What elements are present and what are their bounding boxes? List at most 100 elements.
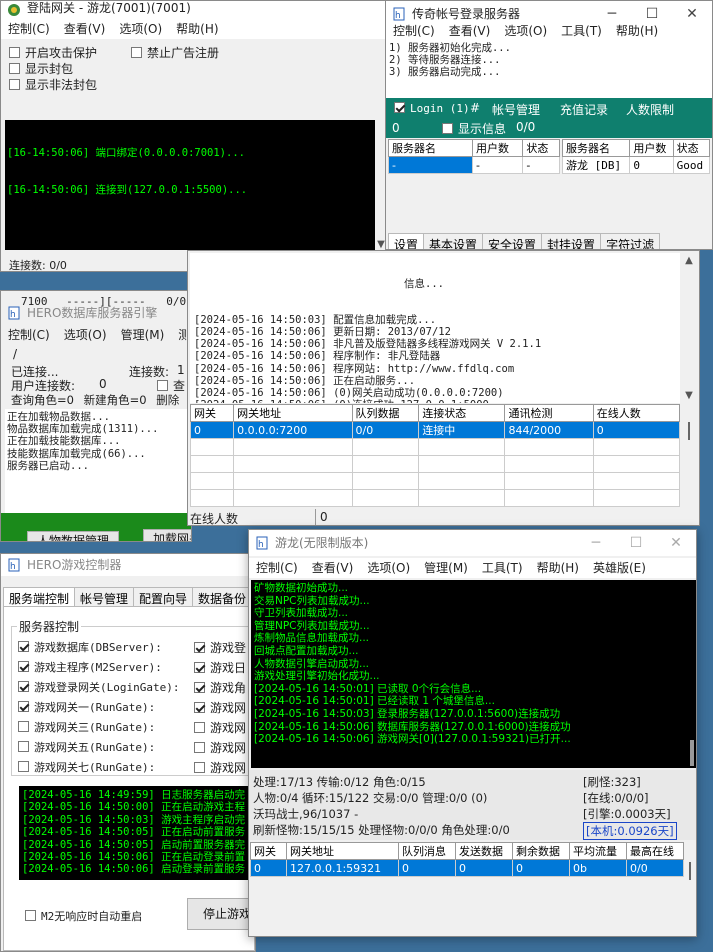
checkbox-box xyxy=(194,742,205,753)
col-status[interactable]: 状态 xyxy=(672,139,711,157)
log-line: [16-14:50:06] 端口绑定(0.0.0.0:7001)... xyxy=(7,146,245,159)
service-checkbox[interactable]: 游戏网关七(RunGate): xyxy=(18,759,155,775)
checkbox-box xyxy=(394,102,405,113)
service-checkbox[interactable]: 游戏主程序(M2Server): xyxy=(18,659,162,675)
col-users[interactable]: 用户数 xyxy=(471,139,524,157)
show-packets-checkbox[interactable]: 显示封包 xyxy=(9,60,73,77)
controller-titlebar[interactable]: h HERO游戏控制器 xyxy=(1,554,255,576)
col-server[interactable]: 服务器名 xyxy=(561,139,631,157)
col-queue[interactable]: 队列消息 xyxy=(398,842,456,860)
tab-anticheat[interactable]: 封挂设置 xyxy=(541,233,602,249)
attack-protect-checkbox[interactable]: 开启攻击保护 xyxy=(9,44,97,61)
connection-count-status: 连接数: 0/0 xyxy=(9,259,67,272)
service-checkbox[interactable]: 游戏日 xyxy=(194,659,246,676)
col-queue[interactable]: 队列数据 xyxy=(351,404,420,422)
m2-titlebar[interactable]: h 游龙(无限制版本) ─ ☐ ✕ xyxy=(249,530,696,556)
menu-tools[interactable]: 工具(T) xyxy=(554,21,609,41)
menu-help[interactable]: 帮助(H) xyxy=(609,21,665,41)
col-gate[interactable]: 网关 xyxy=(250,842,287,860)
maximize-icon[interactable]: ☐ xyxy=(616,530,656,556)
controller-log: [2024-05-16 14:49:59] 日志服务器启动完 [2024-05-… xyxy=(19,786,251,880)
m2-title: 游龙(无限制版本) xyxy=(275,536,369,550)
service-checkbox[interactable]: 游戏角 xyxy=(194,679,246,696)
menu-view[interactable]: 查看(V) xyxy=(305,558,361,578)
game-gate-log: 信息... [2024-05-16 14:50:03] 配置信息加载完成... … xyxy=(190,253,680,403)
table-row[interactable]: 游龙 [DB] 0 Good xyxy=(561,156,711,174)
col-users[interactable]: 用户数 xyxy=(629,139,674,157)
checkbox-box xyxy=(9,47,20,58)
menu-hero[interactable]: 英雄版(E) xyxy=(586,558,653,578)
tab-limit[interactable]: 人数限制 xyxy=(626,101,674,118)
menu-view[interactable]: 查看(V) xyxy=(57,19,113,39)
menu-control[interactable]: 控制(C) xyxy=(249,558,305,578)
menu-help[interactable]: 帮助(H) xyxy=(530,558,586,578)
login-checkbox[interactable]: Login (1) xyxy=(394,101,470,115)
col-address[interactable]: 网关地址 xyxy=(233,404,353,422)
table-row[interactable]: --- xyxy=(388,156,560,174)
close-icon[interactable]: ✕ xyxy=(656,530,696,556)
service-checkbox[interactable]: 游戏网 xyxy=(194,739,246,756)
col-send[interactable]: 发送数据 xyxy=(455,842,513,860)
log-scrollbar[interactable] xyxy=(687,580,696,768)
service-checkbox[interactable]: 游戏数据库(DBServer): xyxy=(18,639,162,655)
table-scrollbar[interactable] xyxy=(682,404,696,508)
service-checkbox[interactable]: 游戏网 xyxy=(194,699,246,716)
menu-options[interactable]: 选项(O) xyxy=(112,19,169,39)
menu-control[interactable]: 控制(C) xyxy=(1,325,57,345)
col-status[interactable]: 状态 xyxy=(522,139,560,157)
tab-recharge[interactable]: 充值记录 xyxy=(560,101,608,118)
block-ad-register-checkbox[interactable]: 禁止广告注册 xyxy=(131,44,219,61)
stop-game-button[interactable]: 停止游戏 xyxy=(187,898,255,930)
menu-options[interactable]: 选项(O) xyxy=(57,325,114,345)
col-gate[interactable]: 网关 xyxy=(189,404,235,422)
col-check[interactable]: 通讯检测 xyxy=(504,404,594,422)
service-checkbox[interactable]: 游戏网 xyxy=(194,759,246,776)
menu-manage[interactable]: 管理(M) xyxy=(114,325,172,345)
minimize-icon[interactable]: ─ xyxy=(576,530,616,556)
menu-manage[interactable]: 管理(M) xyxy=(417,558,475,578)
log-scrollbar[interactable]: ▲ ▼ xyxy=(682,253,696,403)
load-gate-config-button[interactable]: 加载网关配置 xyxy=(143,529,191,541)
tab-settings[interactable]: 设置 xyxy=(388,233,425,249)
login-gate-titlebar[interactable]: 登陆网关 - 游龙(7001)(7001) xyxy=(1,1,389,19)
col-address[interactable]: 网关地址 xyxy=(286,842,399,860)
service-checkbox[interactable]: 游戏网关三(RunGate): xyxy=(18,719,155,735)
login-gate-log: [16-14:50:06] 端口绑定(0.0.0.0:7001)... [16-… xyxy=(5,120,375,250)
table-scrollbar[interactable] xyxy=(685,842,696,936)
service-checkbox[interactable]: 游戏登 xyxy=(194,639,246,656)
service-checkbox[interactable]: 游戏登录网关(LoginGate): xyxy=(18,679,179,695)
service-checkbox[interactable]: 游戏网 xyxy=(194,719,246,736)
table-row[interactable]: 0 127.0.0.1:59321 0 0 0 0b 0/0 xyxy=(250,859,684,877)
app-icon: h xyxy=(256,536,268,550)
menu-view[interactable]: 查看(V) xyxy=(442,21,498,41)
col-remain[interactable]: 剩余数据 xyxy=(512,842,570,860)
col-max-online[interactable]: 最高在线 xyxy=(626,842,684,860)
character-data-button[interactable]: 人物数据管理 xyxy=(27,531,119,541)
col-status[interactable]: 连接状态 xyxy=(418,404,506,422)
db-server-titlebar[interactable]: h HERO数据库服务器引擎 xyxy=(1,303,191,323)
app-icon: h xyxy=(8,306,20,320)
show-illegal-packets-checkbox[interactable]: 显示非法封包 xyxy=(9,76,97,93)
col-server[interactable]: 服务器名 xyxy=(388,139,473,157)
tab-basic[interactable]: 基本设置 xyxy=(423,233,484,249)
table-row[interactable]: 0 0.0.0.0:7200 0/0 连接中 844/2000 0 xyxy=(189,421,681,439)
col-traffic[interactable]: 平均流量 xyxy=(569,842,627,860)
engine-uptime: [引擎:0.0003天] xyxy=(583,807,671,821)
tab-security[interactable]: 安全设置 xyxy=(482,233,543,249)
db-server-log: 正在加载物品数据... 物品数据库加载完成(1311)... 正在加载技能数据库… xyxy=(5,409,191,513)
menu-help[interactable]: 帮助(H) xyxy=(169,19,225,39)
menu-control[interactable]: 控制(C) xyxy=(386,21,442,41)
log-lines: [2024-05-16 14:50:03] 配置信息加载完成... [2024-… xyxy=(194,313,542,403)
service-checkbox[interactable]: 游戏网关五(RunGate): xyxy=(18,739,155,755)
col-online[interactable]: 在线人数 xyxy=(592,404,681,422)
show-info-checkbox[interactable]: 显示信息 xyxy=(442,120,506,137)
tab-account-mgmt[interactable]: 帐号管理 xyxy=(492,101,540,118)
menu-options[interactable]: 选项(O) xyxy=(360,558,417,578)
menu-control[interactable]: 控制(C) xyxy=(1,19,57,39)
menu-options[interactable]: 选项(O) xyxy=(497,21,554,41)
hash-label: # xyxy=(470,101,481,115)
menu-tools[interactable]: 工具(T) xyxy=(475,558,530,578)
service-checkbox[interactable]: 游戏网关一(RunGate): xyxy=(18,699,155,715)
auto-restart-checkbox[interactable]: M2无响应时自动重启 xyxy=(25,908,142,924)
tab-filter[interactable]: 字符过滤 xyxy=(600,233,661,249)
